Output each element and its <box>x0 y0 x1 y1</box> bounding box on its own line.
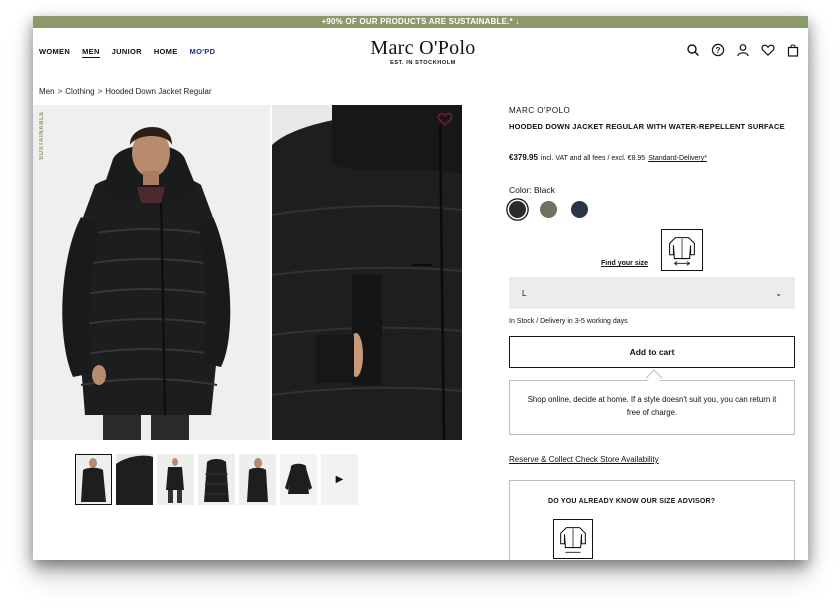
add-to-cart-button[interactable]: Add to cart <box>509 336 795 368</box>
thumbnail-strip: ▶ <box>75 454 358 505</box>
brand-logo[interactable]: Marc O'Polo EST. IN STOCKHOLM <box>353 38 493 66</box>
color-swatches <box>509 201 588 218</box>
product-details-panel: MARC O'POLO HOODED DOWN JACKET REGULAR W… <box>509 16 799 560</box>
size-advisor-box: DO YOU ALREADY KNOW OUR SIZE ADVISOR? <box>509 480 795 560</box>
thumbnail-6[interactable] <box>280 454 317 505</box>
color-label: Color: Black <box>509 185 555 195</box>
sustainable-badge: SUSTAINABLE <box>39 111 45 160</box>
reserve-collect-link[interactable]: Reserve & Collect Check Store Availabili… <box>509 455 659 464</box>
color-swatch-olive[interactable] <box>540 201 557 218</box>
breadcrumb-clothing[interactable]: Clothing <box>65 87 94 96</box>
product-price: €379.95 <box>509 153 538 162</box>
size-selected-value: L <box>522 288 527 298</box>
breadcrumb-separator: > <box>97 87 103 96</box>
nav-item-mopd[interactable]: MO'PD <box>190 47 216 58</box>
stock-status: In Stock / Delivery in 3-5 working days <box>509 318 628 325</box>
size-guide-icon[interactable] <box>661 229 703 271</box>
thumbnail-2[interactable] <box>116 454 153 505</box>
color-swatch-navy[interactable] <box>571 201 588 218</box>
product-image-main[interactable] <box>33 105 270 440</box>
product-image-detail[interactable] <box>272 105 462 440</box>
thumbnail-3[interactable] <box>157 454 194 505</box>
jacket-detail-photo <box>272 105 462 440</box>
find-your-size-link[interactable]: Find your size <box>601 260 648 267</box>
logo-tagline: EST. IN STOCKHOLM <box>390 60 456 66</box>
size-dropdown[interactable]: L ⌄ <box>509 277 795 309</box>
product-brand: MARC O'POLO <box>509 106 571 115</box>
nav-item-junior[interactable]: JUNIOR <box>112 47 142 58</box>
chevron-down-icon: ⌄ <box>775 288 782 298</box>
color-swatch-black[interactable] <box>509 201 526 218</box>
nav-item-women[interactable]: WOMEN <box>39 47 70 58</box>
breadcrumb: Men > Clothing > Hooded Down Jacket Regu… <box>39 87 212 96</box>
price-note: incl. VAT and all fees / excl. €8.95 <box>540 155 646 162</box>
nav-item-home[interactable]: HOME <box>154 47 178 58</box>
standard-delivery-link[interactable]: Standard-Delivery* <box>648 155 707 162</box>
breadcrumb-separator: > <box>57 87 63 96</box>
nav-item-men[interactable]: MEN <box>82 47 100 58</box>
main-nav: WOMEN MEN JUNIOR HOME MO'PD <box>39 47 215 58</box>
thumbnail-next-button[interactable]: ▶ <box>321 454 358 505</box>
thumbnail-4[interactable] <box>198 454 235 505</box>
model-photo-front <box>33 105 270 440</box>
product-title: HOODED DOWN JACKET REGULAR WITH WATER-RE… <box>509 122 785 131</box>
size-advisor-title: DO YOU ALREADY KNOW OUR SIZE ADVISOR? <box>548 498 716 505</box>
thumbnail-1[interactable] <box>75 454 112 505</box>
size-advisor-icon[interactable] <box>553 519 593 559</box>
breadcrumb-men[interactable]: Men <box>39 87 55 96</box>
price-row: €379.95 incl. VAT and all fees / excl. €… <box>509 153 707 162</box>
browser-page: +90% OF OUR PRODUCTS ARE SUSTAINABLE.* ↓… <box>33 16 808 560</box>
return-policy-note: Shop online, decide at home. If a style … <box>509 380 795 435</box>
thumbnail-5[interactable] <box>239 454 276 505</box>
logo-name: Marc O'Polo <box>370 37 476 59</box>
add-to-wishlist-icon[interactable] <box>437 112 453 126</box>
breadcrumb-current: Hooded Down Jacket Regular <box>105 87 212 96</box>
